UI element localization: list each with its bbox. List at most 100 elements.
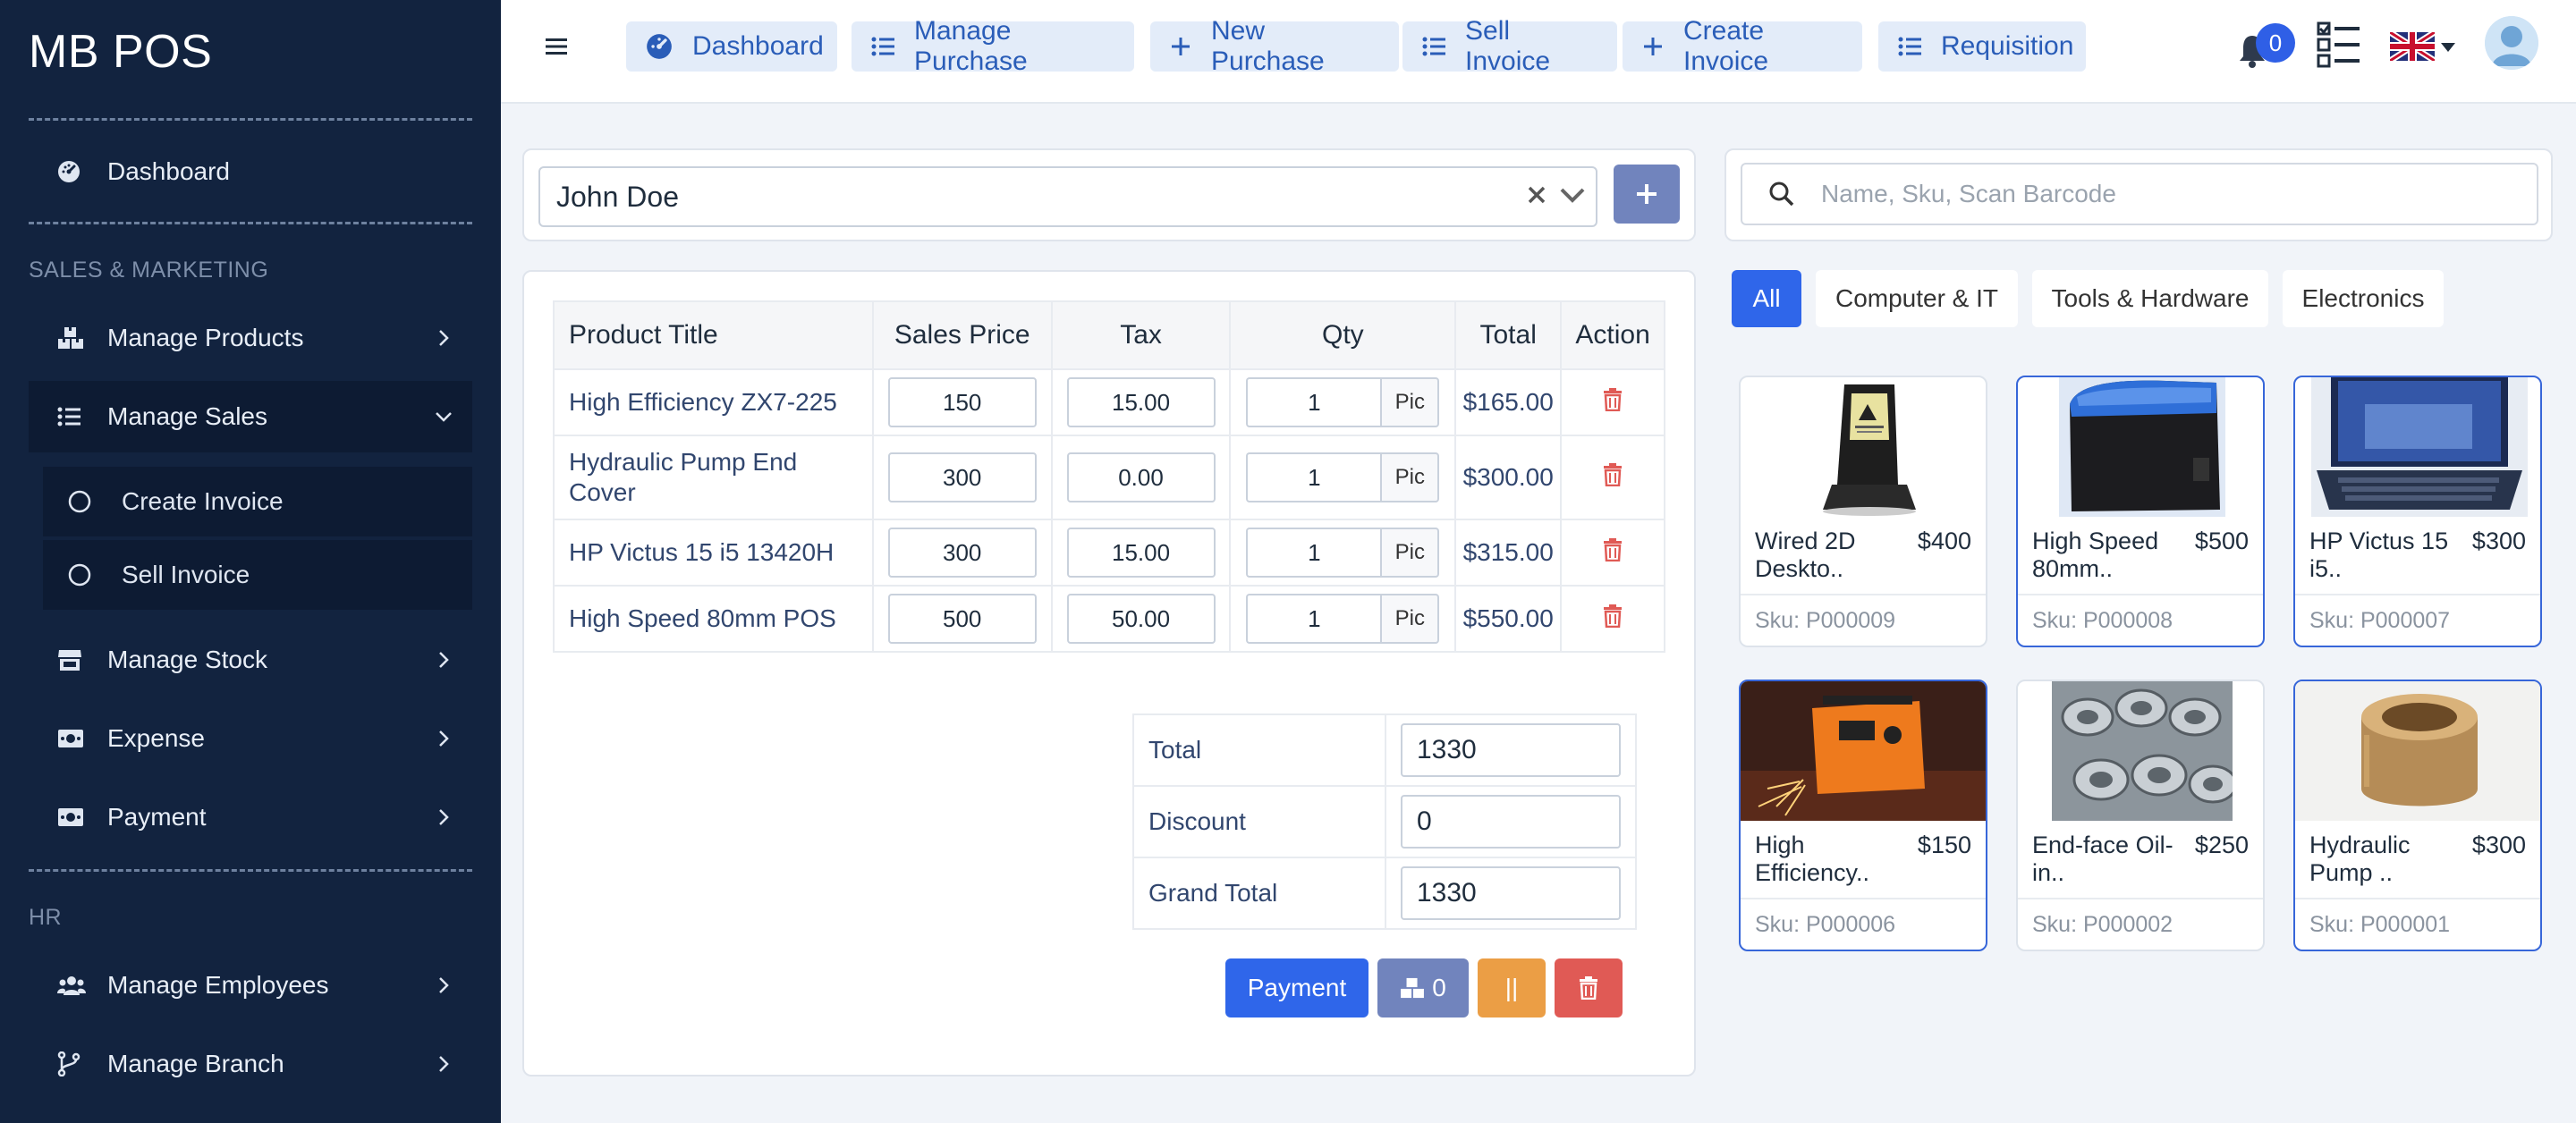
sidebar-label: Dashboard <box>107 157 230 185</box>
nav-requisition-button[interactable]: Requisition <box>1878 21 2086 72</box>
product-card[interactable]: High Efficiency.. $150 Sku: P000006 <box>1739 680 1987 951</box>
customer-select[interactable]: John Doe <box>538 166 1597 227</box>
pause-button[interactable]: || <box>1478 958 1546 1017</box>
sidebar-subitem-sell-invoice[interactable]: Sell Invoice <box>43 540 472 610</box>
caret-down-icon[interactable] <box>2440 41 2456 57</box>
category-tab-electronics[interactable]: Electronics <box>2283 270 2444 327</box>
sidebar-item-manage-branch[interactable]: Manage Branch <box>29 1028 472 1100</box>
qty-input[interactable] <box>1246 594 1381 644</box>
sidebar-item-payment[interactable]: Payment <box>29 781 472 853</box>
trash-icon[interactable] <box>1603 462 1623 492</box>
sidebar-item-manage-stock[interactable]: Manage Stock <box>29 624 472 696</box>
hamburger-menu-icon[interactable] <box>544 34 569 63</box>
row-total: $165.00 <box>1454 368 1563 436</box>
chevron-down-icon[interactable] <box>1556 179 1589 215</box>
plus-icon <box>1170 36 1191 57</box>
pause-label: || <box>1504 974 1519 1001</box>
unit-label: Pic <box>1380 594 1440 644</box>
sales-price-input[interactable] <box>887 452 1037 502</box>
qty-input[interactable] <box>1246 452 1381 502</box>
sidebar-label: Manage Employees <box>107 971 329 999</box>
discount-input[interactable] <box>1401 795 1621 849</box>
receipt-printer-image <box>2059 377 2225 517</box>
add-customer-button[interactable] <box>1614 165 1680 224</box>
product-card[interactable]: HP Victus 15 i5.. $300 Sku: P000007 <box>2293 376 2542 647</box>
tax-input[interactable] <box>1066 528 1216 578</box>
divider <box>1741 594 1986 595</box>
clear-cart-button[interactable] <box>1555 958 1623 1017</box>
sidebar-divider <box>29 222 472 224</box>
money-icon <box>29 807 107 827</box>
trash-icon[interactable] <box>1603 387 1623 417</box>
customer-selected-value: John Doe <box>556 180 679 213</box>
table-row: HP Victus 15 i5 13420H Pic $315.00 <box>553 519 1665 587</box>
category-tab-computer-it[interactable]: Computer & IT <box>1816 270 2018 327</box>
tax-input[interactable] <box>1066 452 1216 502</box>
nav-label: Dashboard <box>692 31 824 61</box>
product-price: $400 <box>1917 528 1971 554</box>
uk-flag-icon[interactable] <box>2388 30 2436 65</box>
sidebar-subitem-create-invoice[interactable]: Create Invoice <box>43 467 472 536</box>
category-tab-tools-hardware[interactable]: Tools & Hardware <box>2032 270 2268 327</box>
total-input[interactable] <box>1401 723 1621 777</box>
nav-manage-purchase-button[interactable]: Manage Purchase <box>852 16 1134 76</box>
sidebar-item-manage-employees[interactable]: Manage Employees <box>29 950 472 1021</box>
category-tab-all[interactable]: All <box>1732 270 1801 327</box>
divider <box>2018 594 2263 595</box>
nav-new-purchase-button[interactable]: New Purchase <box>1150 16 1399 76</box>
product-name: Wired 2D Deskto.. <box>1755 528 1856 582</box>
nav-sell-invoice-button[interactable]: Sell Invoice <box>1402 16 1617 76</box>
tax-input[interactable] <box>1066 377 1216 427</box>
sidebar-item-manage-products[interactable]: Manage Products <box>29 302 472 374</box>
checklist-icon[interactable] <box>2317 20 2361 76</box>
search-input[interactable] <box>1821 180 2501 208</box>
user-avatar[interactable] <box>2485 16 2538 70</box>
sidebar-item-dashboard[interactable]: Dashboard <box>29 136 472 207</box>
col-sales-price: Sales Price <box>871 300 1053 370</box>
sidebar-item-expense[interactable]: Expense <box>29 703 472 774</box>
table-row: High Efficiency ZX7-225 Pic $165.00 <box>553 368 1665 436</box>
hold-count: 0 <box>1432 974 1446 1001</box>
hold-orders-button[interactable]: 0 <box>1377 958 1469 1017</box>
clear-icon[interactable] <box>1522 181 1551 214</box>
product-price: $500 <box>2194 528 2249 554</box>
product-sku: Sku: P000009 <box>1755 608 1896 633</box>
product-card[interactable]: End-face Oil-in.. $250 Sku: P000002 <box>2016 680 2265 951</box>
trash-icon[interactable] <box>1603 604 1623 633</box>
divider <box>1741 898 1986 899</box>
product-card[interactable]: Hydraulic Pump .. $300 Sku: P000001 <box>2293 680 2542 951</box>
divider <box>2018 898 2263 899</box>
col-action: Action <box>1560 300 1665 370</box>
product-name: High Efficiency.. <box>1755 832 1870 886</box>
sales-price-input[interactable] <box>887 594 1037 644</box>
tax-input[interactable] <box>1066 594 1216 644</box>
brand-logo: MB POS <box>29 26 213 78</box>
product-card[interactable]: Wired 2D Deskto.. $400 Sku: P000009 <box>1739 376 1987 647</box>
payment-button[interactable]: Payment <box>1225 958 1368 1017</box>
sales-price-input[interactable] <box>887 377 1037 427</box>
sidebar-label: Manage Stock <box>107 646 267 673</box>
sales-price-input[interactable] <box>887 528 1037 578</box>
product-title: High Speed 80mm POS <box>553 585 874 653</box>
circle-icon <box>43 563 122 587</box>
branch-icon <box>29 1051 107 1077</box>
nav-create-invoice-button[interactable]: Create Invoice <box>1623 16 1862 76</box>
nav-label: Create Invoice <box>1683 16 1769 76</box>
divider <box>2295 594 2540 595</box>
product-card[interactable]: High Speed 80mm.. $500 Sku: P000008 <box>2016 376 2265 647</box>
notification-badge: 0 <box>2256 23 2295 63</box>
qty-input[interactable] <box>1246 377 1381 427</box>
qty-input[interactable] <box>1246 528 1381 578</box>
product-title: HP Victus 15 i5 13420H <box>553 519 874 587</box>
grand-total-input[interactable] <box>1401 866 1621 920</box>
nav-dashboard-button[interactable]: Dashboard <box>626 21 837 72</box>
col-total: Total <box>1454 300 1563 370</box>
product-search-box[interactable] <box>1741 163 2538 225</box>
trash-icon[interactable] <box>1603 537 1623 567</box>
sidebar-item-manage-sales[interactable]: Manage Sales <box>29 381 472 452</box>
plus-icon <box>1637 184 1657 204</box>
total-label: Total <box>1132 713 1386 787</box>
table-row: Hydraulic Pump End Cover Pic $300.00 <box>553 435 1665 520</box>
product-sku: Sku: P000001 <box>2309 912 2451 937</box>
sidebar-divider <box>29 118 472 121</box>
